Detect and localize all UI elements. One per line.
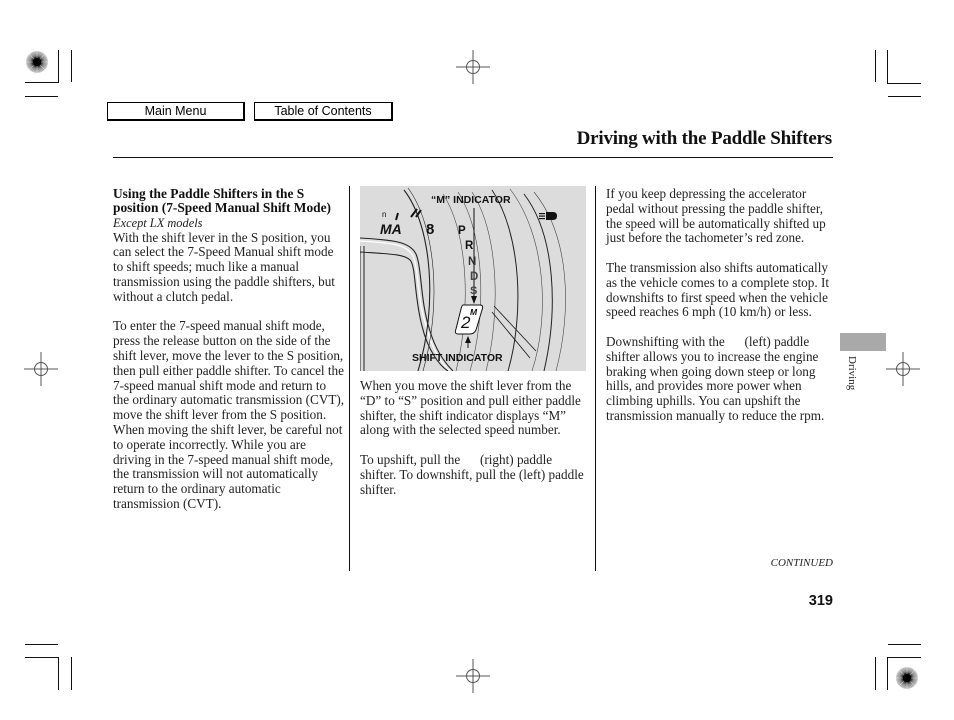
page-number: 319	[808, 593, 833, 609]
column-divider	[349, 186, 350, 571]
crop-mark	[887, 657, 921, 658]
table-of-contents-button[interactable]: Table of Contents	[254, 102, 393, 121]
gear-position-d: D	[470, 271, 479, 283]
gauge-text: n	[382, 210, 387, 219]
model-note: Except LX models	[113, 215, 203, 230]
gear-position-n: N	[468, 256, 477, 268]
right-column: If you keep depressing the accelerator p…	[606, 186, 836, 424]
crop-mark	[888, 96, 921, 97]
gear-position-p: P	[458, 225, 466, 237]
crop-mark	[887, 50, 888, 83]
section-heading: Using the Paddle Shifters in the S posit…	[113, 186, 331, 216]
crop-mark	[25, 644, 58, 645]
shift-display-mode: M	[470, 307, 478, 317]
crop-mark	[887, 83, 921, 84]
headlight-indicator-icon	[539, 212, 557, 220]
paragraph: To upshift, pull the (right) paddle shif…	[360, 451, 588, 497]
crop-mark	[25, 96, 58, 97]
crosshair-icon	[886, 352, 920, 386]
m-indicator-label: “M” INDICATOR	[431, 194, 511, 206]
crop-mark	[888, 644, 921, 645]
crop-mark	[71, 657, 72, 690]
section-tab[interactable]	[840, 333, 886, 351]
shift-indicator-label: SHIFT INDICATOR	[412, 352, 503, 364]
crop-mark	[58, 50, 59, 82]
left-column: Using the Paddle Shifters in the S posit…	[113, 186, 345, 512]
registration-target-icon	[896, 667, 918, 689]
gauge-text: MA	[380, 221, 402, 237]
crop-mark	[887, 657, 888, 690]
section-tab-label: Driving	[846, 356, 858, 391]
crop-mark	[71, 50, 72, 82]
continued-label: CONTINUED	[770, 557, 833, 569]
paragraph: To enter the 7-speed manual shift mode, …	[113, 318, 345, 511]
paragraph: With the shift lever in the S position, …	[113, 229, 335, 304]
crosshair-icon	[456, 659, 490, 693]
crosshair-icon	[456, 50, 490, 84]
crosshair-icon	[24, 352, 58, 386]
gear-position-s: S	[470, 285, 478, 297]
main-menu-button[interactable]: Main Menu	[107, 102, 245, 121]
title-divider	[113, 157, 833, 158]
crop-mark	[875, 657, 876, 690]
column-divider	[595, 186, 596, 571]
crop-mark	[875, 50, 876, 82]
registration-target-icon	[26, 51, 48, 73]
middle-column: When you move the shift lever from the “…	[360, 378, 588, 497]
paragraph: When you move the shift lever from the “…	[360, 378, 581, 438]
shift-display-gear: 2	[461, 313, 471, 332]
paragraph: The transmission also shifts automatical…	[606, 259, 830, 320]
crop-mark	[25, 657, 59, 658]
paragraph: If you keep depressing the accelerator p…	[606, 186, 826, 246]
page-title: Driving with the Paddle Shifters	[576, 128, 833, 149]
crop-mark	[25, 82, 59, 83]
shift-indicator-figure: “M” INDICATOR SHIFT INDICATOR n MA 8 P R…	[360, 186, 586, 371]
gear-position-r: R	[465, 240, 474, 252]
gauge-text: 8	[426, 221, 435, 238]
paragraph: Downshifting with the (left) paddle shif…	[606, 333, 825, 423]
crop-mark	[58, 657, 59, 690]
